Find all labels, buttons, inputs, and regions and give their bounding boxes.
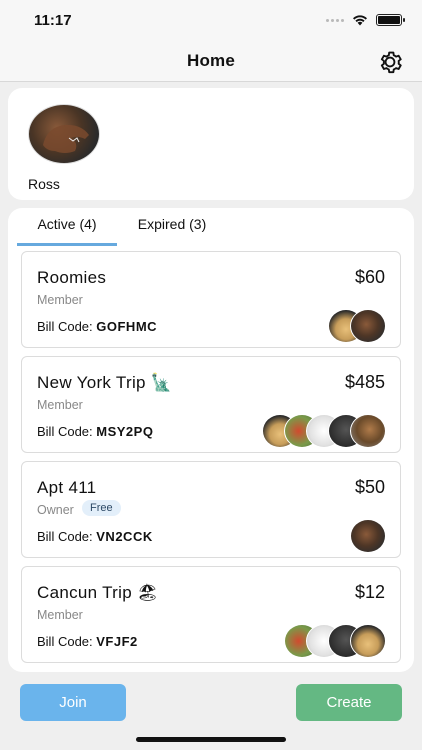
battery-level [378, 16, 400, 24]
bill-amount: $50 [354, 477, 385, 497]
create-button[interactable]: Create [296, 684, 402, 721]
bill-card-cancun-trip[interactable]: Cancun Trip 🏖 $12 Member Bill Code: VFJF… [21, 566, 401, 663]
bill-code-label: Bill Code: [37, 529, 93, 544]
avatar [350, 519, 386, 553]
nav-bar: Home [0, 42, 422, 82]
bill-code-value: VFJF2 [96, 634, 138, 649]
bill-amount: $485 [344, 372, 385, 392]
member-avatars [328, 309, 386, 343]
bill-code: Bill Code: VN2CCK [37, 529, 153, 544]
status-badge: Free [82, 500, 121, 516]
bill-code-value: GOFHMC [96, 319, 158, 334]
bill-name: New York Trip 🗽 [37, 373, 173, 392]
avatar[interactable] [28, 104, 100, 164]
profile-name: Ross [28, 176, 60, 192]
battery-icon [376, 14, 405, 26]
bill-name: Cancun Trip 🏖 [37, 583, 159, 602]
member-avatars [262, 414, 386, 448]
member-avatars [350, 519, 386, 553]
bill-role: Owner [37, 503, 74, 517]
status-bar: 11:17 [0, 0, 422, 42]
bill-code-value: VN2CCK [96, 529, 153, 544]
avatar [350, 309, 386, 343]
bills-panel: Active (4) Expired (3) Roomies $60 Membe… [8, 208, 414, 672]
avatar [350, 414, 386, 448]
tab-bar: Active (4) Expired (3) [17, 208, 217, 246]
gear-icon[interactable] [376, 48, 404, 76]
bill-code-value: MSY2PQ [96, 424, 154, 439]
bill-name: Apt 411 [37, 478, 97, 497]
profile-card: Ross [8, 88, 414, 200]
bill-role: Member [37, 608, 83, 622]
tab-active[interactable]: Active (4) [17, 208, 117, 246]
bill-amount: $12 [354, 582, 385, 602]
status-time: 11:17 [34, 12, 72, 29]
dinosaur-icon [43, 124, 89, 153]
bill-code-label: Bill Code: [37, 319, 93, 334]
bill-amount: $60 [354, 267, 385, 287]
bill-code: Bill Code: MSY2PQ [37, 424, 153, 439]
page-title: Home [186, 51, 236, 70]
bill-code: Bill Code: GOFHMC [37, 319, 157, 334]
bill-name: Roomies [37, 268, 107, 287]
tab-expired[interactable]: Expired (3) [127, 208, 217, 242]
join-button[interactable]: Join [20, 684, 126, 721]
bill-code: Bill Code: VFJF2 [37, 634, 138, 649]
home-indicator [136, 737, 286, 742]
member-avatars [284, 624, 386, 658]
avatar [350, 624, 386, 658]
bill-code-label: Bill Code: [37, 634, 93, 649]
bill-card-new-york-trip[interactable]: New York Trip 🗽 $485 Member Bill Code: M… [21, 356, 401, 453]
bill-card-apt-411[interactable]: Apt 411 $50 Owner Free Bill Code: VN2CCK [21, 461, 401, 558]
bill-code-label: Bill Code: [37, 424, 93, 439]
signal-icon [326, 18, 344, 22]
bill-role: Member [37, 293, 83, 307]
bill-card-roomies[interactable]: Roomies $60 Member Bill Code: GOFHMC [21, 251, 401, 348]
wifi-icon [353, 15, 367, 26]
status-icons [326, 14, 405, 26]
bill-role: Member [37, 398, 83, 412]
